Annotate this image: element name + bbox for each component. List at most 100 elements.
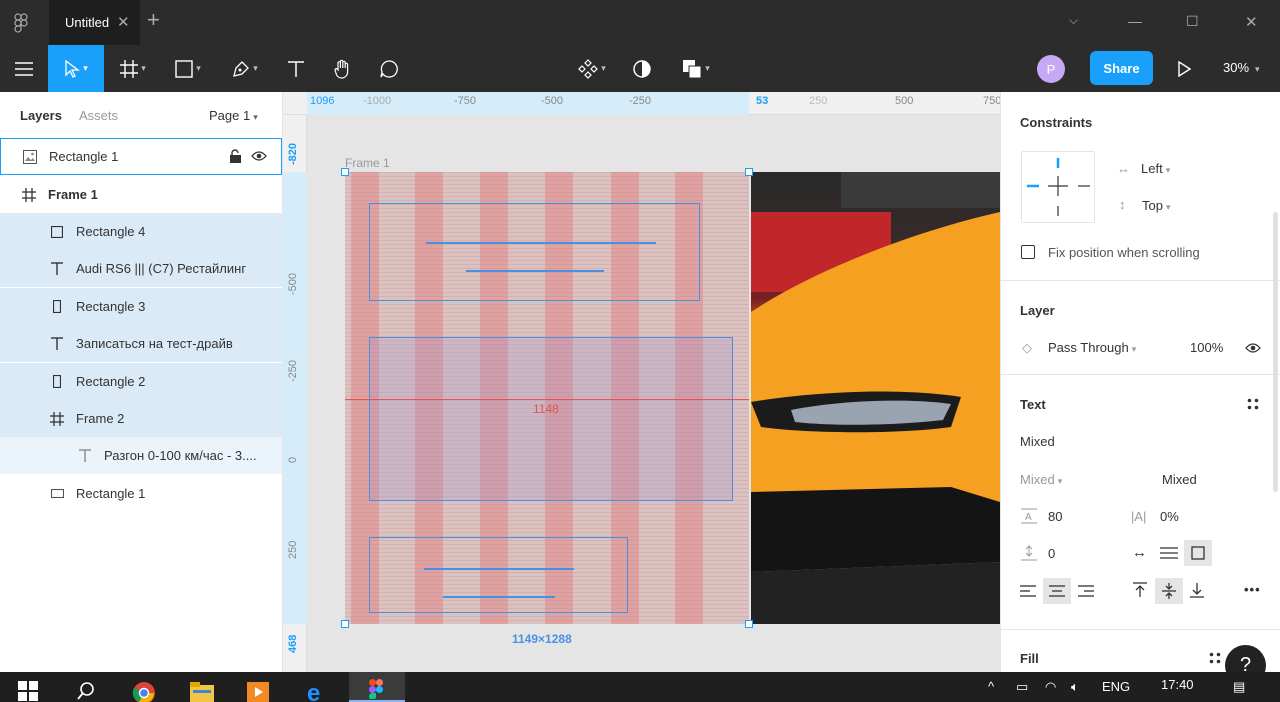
text-tool-button[interactable] [278, 45, 314, 92]
boolean-button[interactable]: ▾ [672, 45, 720, 92]
components-button[interactable]: ▾ [570, 45, 614, 92]
windows-start-icon[interactable] [18, 681, 38, 702]
frame-1[interactable]: 1148 [345, 172, 749, 624]
layer-audi-text[interactable]: Audi RS6 ||| (C7) Рестайлинг [0, 250, 282, 287]
media-player-icon[interactable] [247, 682, 269, 702]
visibility-eye-icon[interactable] [251, 150, 267, 165]
lock-icon[interactable] [229, 149, 242, 166]
layer-frame-2[interactable]: Frame 2 [0, 400, 282, 437]
zoom-dropdown[interactable]: 30% ▾ [1223, 60, 1260, 75]
font-weight-dropdown[interactable]: Mixed ▾ [1020, 472, 1062, 487]
rectangle-4-outline[interactable] [369, 203, 700, 301]
search-icon[interactable] [76, 681, 96, 702]
tray-chevron-icon[interactable]: ^ [988, 679, 994, 694]
layer-rectangle-2[interactable]: Rectangle 2 [0, 363, 282, 400]
line-height-value[interactable]: 80 [1048, 509, 1062, 524]
resize-handle-bottom-right[interactable] [745, 620, 753, 628]
fix-position-checkbox[interactable] [1021, 245, 1035, 259]
fixed-size-button[interactable] [1184, 540, 1212, 566]
layer-rectangle-4[interactable]: Rectangle 4 [0, 213, 282, 250]
new-tab-icon[interactable]: + [147, 9, 160, 31]
tab-untitled[interactable]: Untitled ✕ [49, 0, 140, 45]
comment-tool-button[interactable] [370, 45, 408, 92]
frame-2-outline[interactable] [369, 337, 733, 501]
ruler-tick: -500 [287, 272, 299, 295]
tab-assets[interactable]: Assets [79, 108, 118, 123]
auto-height-icon[interactable] [1160, 547, 1178, 562]
rectangle-icon [48, 375, 66, 388]
present-button[interactable] [1170, 45, 1198, 92]
chrome-icon[interactable] [132, 681, 156, 702]
ruler-tick: 53 [756, 95, 769, 107]
figma-taskbar-button[interactable] [349, 672, 405, 702]
layer-frame-1[interactable]: Frame 1 [0, 176, 282, 213]
notifications-icon[interactable]: ▤ [1233, 679, 1245, 695]
chevron-down-icon[interactable]: ⌵ [1069, 13, 1078, 28]
font-size-field[interactable]: Mixed [1162, 472, 1197, 487]
battery-icon[interactable]: ▭ [1016, 679, 1028, 695]
text-icon [48, 262, 66, 275]
close-tab-icon[interactable]: ✕ [117, 13, 130, 31]
vertical-constraint-dropdown[interactable]: Top ▾ [1142, 198, 1171, 213]
wifi-icon[interactable]: ◠ [1045, 679, 1056, 695]
frame-label[interactable]: Frame 1 [345, 156, 390, 170]
text-styles-grid-icon[interactable] [1247, 398, 1259, 413]
avatar[interactable]: P [1037, 55, 1065, 83]
layer-rectangle-1[interactable]: Rectangle 1 [0, 475, 282, 512]
file-explorer-icon[interactable] [190, 682, 214, 702]
paragraph-spacing-value[interactable]: 0 [1048, 546, 1055, 561]
edge-icon[interactable]: e [306, 680, 330, 702]
maximize-icon[interactable]: ☐ [1186, 13, 1199, 30]
layer-name: Frame 2 [76, 411, 125, 426]
clock-time[interactable]: 17:40 [1161, 677, 1194, 692]
ruler-tick: -500 [541, 95, 564, 107]
minimize-icon[interactable]: — [1128, 13, 1142, 29]
horizontal-constraint-dropdown[interactable]: Left ▾ [1141, 161, 1170, 176]
layer-acceleration-text[interactable]: Разгон 0-100 км/час - 3.... [0, 437, 282, 474]
close-window-icon[interactable]: ✕ [1245, 13, 1258, 31]
resize-handle-top-right[interactable] [745, 168, 753, 176]
hand-tool-button[interactable] [324, 45, 362, 92]
align-left-icon[interactable] [1020, 585, 1036, 600]
mask-button[interactable] [628, 45, 656, 92]
align-middle-button[interactable] [1155, 578, 1183, 604]
fill-styles-grid-icon[interactable] [1209, 652, 1221, 667]
canvas[interactable]: 1096 -1000 -750 -500 -250 53 250 500 750… [283, 92, 1000, 672]
rectangle-icon [48, 300, 66, 313]
resize-handle-bottom-left[interactable] [341, 620, 349, 628]
layer-name: Rectangle 1 [76, 486, 146, 501]
rectangle-icon [48, 225, 66, 238]
align-right-icon[interactable] [1078, 585, 1094, 600]
layer-rectangle-3[interactable]: Rectangle 3 [0, 288, 282, 325]
layer-test-drive-text[interactable]: Записаться на тест-драйв [0, 325, 282, 362]
tab-layers[interactable]: Layers [20, 108, 62, 123]
letter-spacing-value[interactable]: 0% [1160, 509, 1179, 524]
align-top-icon[interactable] [1133, 582, 1147, 601]
layers-panel: Layers Assets Page 1 ▾ Rectangle 1 Frame … [0, 92, 283, 672]
move-tool-button[interactable]: ▾ [48, 45, 104, 92]
shape-tool-button[interactable]: ▾ [164, 45, 212, 92]
cursor-icon [65, 59, 81, 78]
pen-tool-button[interactable]: ▾ [220, 45, 270, 92]
layer-rectangle-1-image[interactable]: Rectangle 1 [0, 138, 282, 175]
volume-icon[interactable]: 🔈︎ [1071, 679, 1079, 695]
main-menu-button[interactable] [0, 45, 48, 92]
panel-scrollbar[interactable] [1273, 212, 1278, 492]
share-button[interactable]: Share [1090, 51, 1153, 85]
constraints-widget[interactable] [1021, 151, 1095, 223]
blend-mode-dropdown[interactable]: Pass Through ▾ [1048, 340, 1136, 355]
opacity-value[interactable]: 100% [1190, 340, 1223, 355]
language-indicator[interactable]: ENG [1102, 679, 1130, 694]
car-image[interactable] [751, 172, 1000, 624]
more-options-icon[interactable]: ••• [1244, 582, 1261, 597]
page-selector[interactable]: Page 1 ▾ [209, 108, 258, 123]
auto-width-icon[interactable]: ↔ [1132, 544, 1147, 561]
rectangle-2-outline[interactable] [369, 537, 628, 613]
frame-tool-button[interactable]: ▾ [110, 45, 156, 92]
align-center-button[interactable] [1043, 578, 1071, 604]
align-bottom-icon[interactable] [1190, 582, 1204, 601]
layer-visibility-eye-icon[interactable] [1245, 342, 1261, 357]
font-family-dropdown[interactable]: Mixed [1020, 434, 1055, 449]
resize-handle-top-left[interactable] [341, 168, 349, 176]
figma-logo-icon[interactable] [14, 13, 28, 33]
